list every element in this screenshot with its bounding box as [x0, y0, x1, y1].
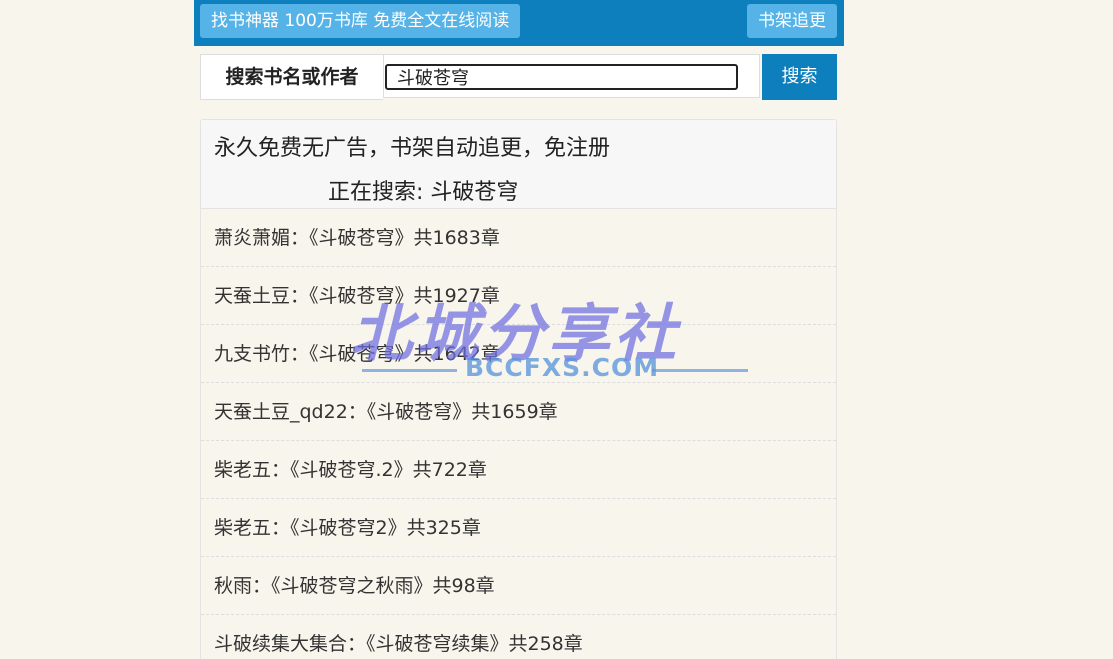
result-item[interactable]: 天蚕土豆_qd22：《斗破苍穹》共1659章: [201, 383, 836, 441]
result-item[interactable]: 柴老五：《斗破苍穹2》共325章: [201, 499, 836, 557]
results-panel: 永久免费无广告，书架自动追更，免注册 正在搜索: 斗破苍穹 萧炎萧媚：《斗破苍穹…: [200, 119, 837, 659]
result-item[interactable]: 秋雨：《斗破苍穹之秋雨》共98章: [201, 557, 836, 615]
result-item[interactable]: 斗破续集大集合：《斗破苍穹续集》共258章: [201, 615, 836, 659]
search-input-wrapper: [383, 54, 760, 98]
result-item[interactable]: 柴老五：《斗破苍穹.2》共722章: [201, 441, 836, 499]
bookshelf-button[interactable]: 书架追更: [747, 4, 837, 38]
panel-header: 永久免费无广告，书架自动追更，免注册 正在搜索: 斗破苍穹: [201, 120, 836, 209]
searching-status: 正在搜索: 斗破苍穹: [328, 180, 519, 205]
page: 找书神器 100万书库 免费全文在线阅读 书架追更 搜索书名或作者 搜索 永久免…: [0, 0, 1113, 659]
site-title-button[interactable]: 找书神器 100万书库 免费全文在线阅读: [200, 4, 521, 38]
search-button[interactable]: 搜索: [762, 54, 837, 100]
result-item[interactable]: 九支书竹：《斗破苍穹》共1642章: [201, 325, 836, 383]
result-item[interactable]: 萧炎萧媚：《斗破苍穹》共1683章: [201, 209, 836, 267]
top-bar: 找书神器 100万书库 免费全文在线阅读 书架追更: [194, 0, 844, 46]
search-row: 搜索书名或作者 搜索: [200, 54, 837, 100]
search-input[interactable]: [385, 64, 738, 90]
search-label: 搜索书名或作者: [200, 54, 383, 100]
main-container: 找书神器 100万书库 免费全文在线阅读 书架追更 搜索书名或作者 搜索 永久免…: [194, 0, 844, 659]
result-item[interactable]: 天蚕土豆：《斗破苍穹》共1927章: [201, 267, 836, 325]
results-list: 萧炎萧媚：《斗破苍穹》共1683章 天蚕土豆：《斗破苍穹》共1927章 九支书竹…: [201, 209, 836, 659]
slogan-text: 永久免费无广告，书架自动追更，免注册: [214, 136, 611, 161]
